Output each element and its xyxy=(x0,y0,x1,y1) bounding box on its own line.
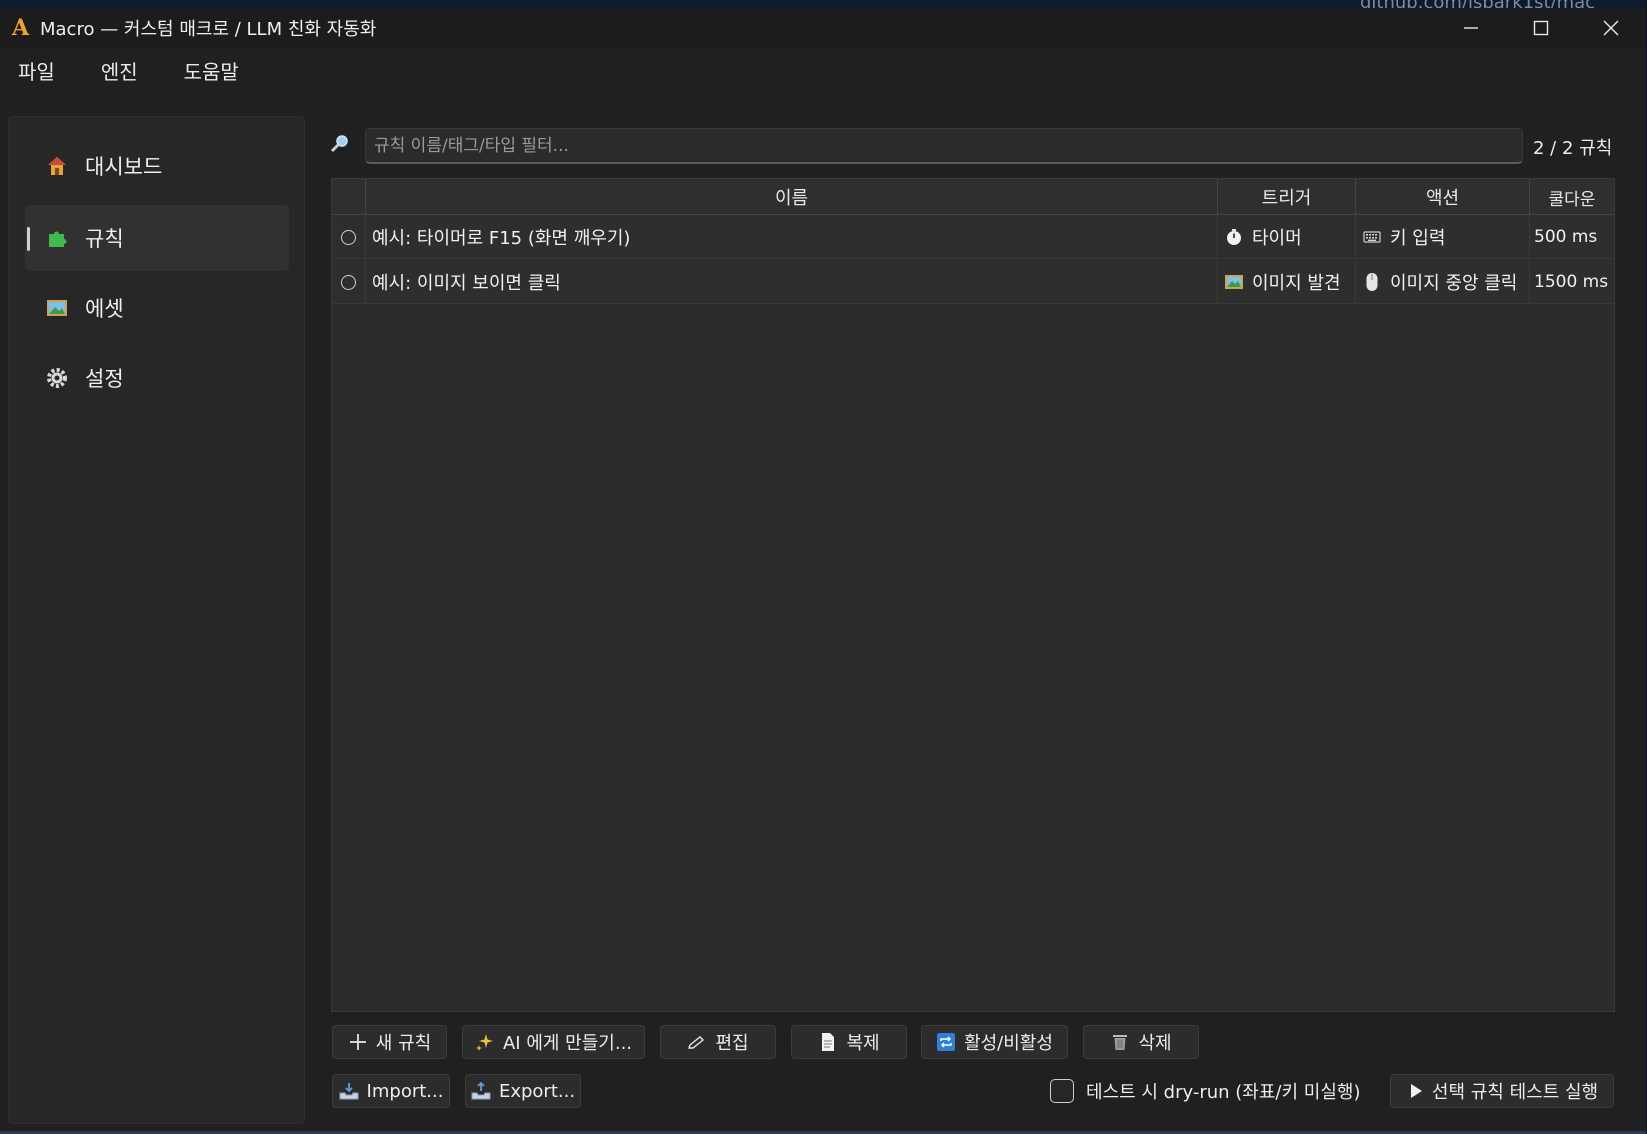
sidebar: 대시보드 규칙 에셋 설정 xyxy=(8,116,305,1124)
sidebar-item-label: 규칙 xyxy=(85,227,124,251)
run-test-button[interactable]: 선택 규칙 테스트 실행 xyxy=(1390,1074,1614,1108)
pencil-icon xyxy=(687,1032,707,1052)
new-rule-button[interactable]: 새 규칙 xyxy=(332,1025,447,1059)
sidebar-item-label: 설정 xyxy=(85,367,124,391)
table-row[interactable]: 예시: 타이머로 F15 (화면 깨우기) 타이머 키 입력 500 ms xyxy=(332,215,1614,259)
table-row[interactable]: 예시: 이미지 보이면 클릭 이미지 발견 이미지 중앙 클릭 1500 ms xyxy=(332,260,1614,304)
window-controls xyxy=(1436,8,1646,48)
menu-file[interactable]: 파일 xyxy=(0,56,73,85)
edit-button[interactable]: 편집 xyxy=(660,1025,776,1059)
maximize-button[interactable] xyxy=(1506,8,1576,48)
trash-icon xyxy=(1110,1032,1130,1052)
active-indicator xyxy=(27,227,30,251)
rules-table: 이름 트리거 액션 쿨다운 예시: 타이머로 F15 (화면 깨우기) 타이머 … xyxy=(331,178,1615,1012)
minimize-button[interactable] xyxy=(1436,8,1506,48)
sidebar-item-rules[interactable]: 규칙 xyxy=(25,205,289,271)
export-button[interactable]: Export... xyxy=(465,1074,581,1108)
trigger-label: 이미지 발견 xyxy=(1252,273,1341,294)
header-name[interactable]: 이름 xyxy=(366,179,1218,215)
image-icon xyxy=(45,296,69,320)
import-button[interactable]: Import... xyxy=(332,1074,450,1108)
delete-button[interactable]: 삭제 xyxy=(1083,1025,1199,1059)
rule-name: 예시: 이미지 보이면 클릭 xyxy=(366,260,1218,304)
cooldown-value: 1500 ms xyxy=(1534,272,1609,292)
outbox-icon xyxy=(471,1081,491,1101)
new-rule-label: 새 규칙 xyxy=(375,1033,432,1054)
import-label: Import... xyxy=(366,1080,444,1102)
plus-icon xyxy=(348,1032,368,1052)
sidebar-item-assets[interactable]: 에셋 xyxy=(25,275,289,341)
app-window: A Macro — 커스텀 매크로 / LLM 친화 자동화 파일 엔진 도움말… xyxy=(0,8,1646,1134)
repeat-icon xyxy=(936,1032,956,1052)
toggle-active-button[interactable]: 활성/비활성 xyxy=(921,1025,1068,1059)
minimize-icon xyxy=(1464,27,1478,29)
row-select-radio[interactable] xyxy=(341,229,356,245)
ai-create-button[interactable]: AI 에게 만들기... xyxy=(462,1025,645,1059)
action-label: 키 입력 xyxy=(1390,228,1446,249)
dry-run-checkbox[interactable] xyxy=(1050,1079,1074,1103)
header-cooldown[interactable]: 쿨다운 xyxy=(1530,179,1614,215)
run-test-label: 선택 규칙 테스트 실행 xyxy=(1431,1082,1599,1103)
delete-label: 삭제 xyxy=(1138,1033,1172,1054)
rule-name: 예시: 타이머로 F15 (화면 깨우기) xyxy=(366,215,1218,259)
document-icon xyxy=(818,1032,838,1052)
duplicate-button[interactable]: 복제 xyxy=(791,1025,907,1059)
dry-run-label: 테스트 시 dry-run (좌표/키 미실행) xyxy=(1086,1082,1361,1103)
cooldown-value: 500 ms xyxy=(1534,227,1598,247)
dry-run-option[interactable]: 테스트 시 dry-run (좌표/키 미실행) xyxy=(1050,1078,1360,1104)
puzzle-icon xyxy=(45,226,69,250)
header-select xyxy=(332,179,366,215)
table-header: 이름 트리거 액션 쿨다운 xyxy=(332,179,1614,215)
window-title: Macro — 커스텀 매크로 / LLM 친화 자동화 xyxy=(40,19,377,40)
row-select-radio[interactable] xyxy=(341,274,356,290)
duplicate-label: 복제 xyxy=(846,1033,880,1054)
gear-icon xyxy=(45,366,69,390)
home-icon xyxy=(45,154,69,178)
search-input[interactable] xyxy=(365,128,1523,164)
keyboard-icon xyxy=(1362,227,1382,247)
background-desktop: github.com/jspark1st/mac xyxy=(0,0,1647,13)
close-icon xyxy=(1603,20,1619,36)
menu-bar: 파일 엔진 도움말 xyxy=(0,48,257,92)
header-action[interactable]: 액션 xyxy=(1356,179,1530,215)
edit-label: 편집 xyxy=(715,1033,749,1054)
search-icon xyxy=(330,134,352,156)
sparkles-icon xyxy=(475,1032,495,1052)
sidebar-item-settings[interactable]: 설정 xyxy=(25,345,289,411)
mouse-icon xyxy=(1362,272,1382,292)
sidebar-item-dashboard[interactable]: 대시보드 xyxy=(25,133,289,199)
menu-engine[interactable]: 엔진 xyxy=(73,56,156,85)
picture-icon xyxy=(1224,272,1244,292)
title-bar[interactable]: A Macro — 커스텀 매크로 / LLM 친화 자동화 xyxy=(0,8,1646,48)
rule-count: 2 / 2 규칙 xyxy=(1533,138,1613,159)
sidebar-item-label: 에셋 xyxy=(85,297,124,321)
sidebar-item-label: 대시보드 xyxy=(85,155,163,179)
header-trigger[interactable]: 트리거 xyxy=(1218,179,1356,215)
play-icon xyxy=(1406,1081,1426,1101)
maximize-icon xyxy=(1533,20,1549,36)
export-label: Export... xyxy=(498,1080,576,1102)
close-button[interactable] xyxy=(1576,8,1646,48)
app-logo-icon: A xyxy=(12,15,30,41)
stopwatch-icon xyxy=(1224,227,1244,247)
action-label: 이미지 중앙 클릭 xyxy=(1390,273,1518,294)
menu-help[interactable]: 도움말 xyxy=(156,56,257,85)
inbox-icon xyxy=(339,1081,359,1101)
ai-create-label: AI 에게 만들기... xyxy=(502,1033,633,1054)
toggle-active-label: 활성/비활성 xyxy=(964,1033,1053,1054)
trigger-label: 타이머 xyxy=(1252,228,1302,249)
